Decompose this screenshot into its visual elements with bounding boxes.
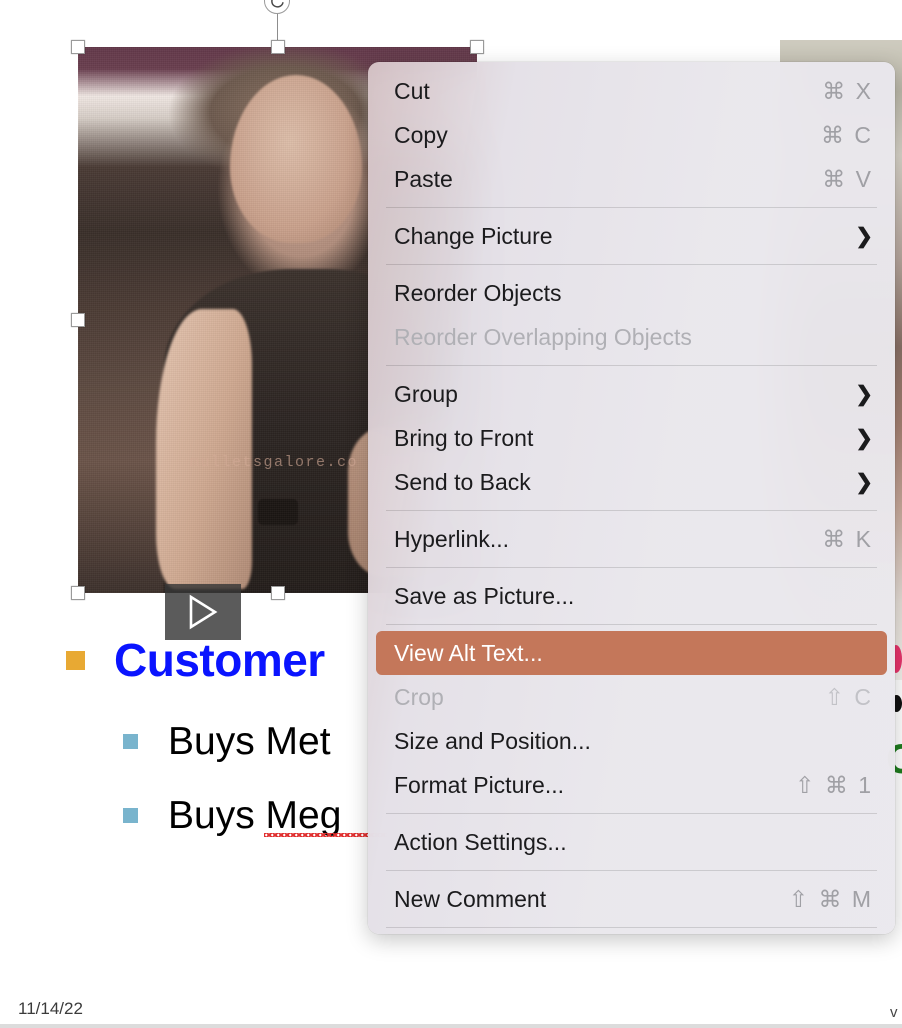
menu-item-label: Reorder Overlapping Objects bbox=[394, 323, 692, 350]
chevron-right-icon: ❯ bbox=[855, 382, 873, 406]
menu-item-shortcut: ⇧ ⌘ 1 bbox=[795, 771, 873, 798]
menu-separator bbox=[386, 510, 877, 511]
photo-arm-left-shape bbox=[156, 309, 252, 589]
menu-item-crop: Crop ⇧ C bbox=[376, 675, 887, 719]
menu-item-hyperlink[interactable]: Hyperlink... ⌘ K bbox=[376, 517, 887, 561]
slide-date: 11/14/22 bbox=[18, 999, 83, 1018]
photo-hair-shape bbox=[206, 55, 388, 330]
menu-item-shortcut: ⌘ K bbox=[822, 525, 873, 552]
menu-item-label: View Alt Text... bbox=[394, 639, 543, 666]
slide-bullet-text: Buys Met bbox=[168, 720, 331, 763]
menu-separator bbox=[386, 813, 877, 814]
menu-item-save-as-picture[interactable]: Save as Picture... bbox=[376, 574, 887, 618]
slide-bullet-level2-a[interactable]: Buys Met bbox=[123, 718, 331, 765]
menu-item-label: Paste bbox=[394, 165, 453, 192]
menu-item-bring-to-front[interactable]: Bring to Front ❯ bbox=[376, 416, 887, 460]
menu-item-change-picture[interactable]: Change Picture ❯ bbox=[376, 214, 887, 258]
slide-bullet-level2-b[interactable]: Buys Meg bbox=[123, 792, 388, 839]
menu-item-label: Cut bbox=[394, 77, 430, 104]
selection-handle-top-center[interactable] bbox=[271, 40, 285, 54]
menu-item-shortcut: ⌘ X bbox=[822, 77, 873, 104]
menu-item-paste[interactable]: Paste ⌘ V bbox=[376, 157, 887, 201]
selection-handle-bottom-left[interactable] bbox=[71, 586, 85, 600]
photo-watch-shape bbox=[258, 499, 298, 525]
menu-separator bbox=[386, 624, 877, 625]
status-bar bbox=[0, 1024, 902, 1028]
menu-item-shortcut: ⌘ C bbox=[821, 121, 873, 148]
menu-item-label: Change Picture bbox=[394, 222, 553, 249]
menu-item-label: Send to Back bbox=[394, 468, 531, 495]
menu-separator bbox=[386, 927, 877, 928]
rotate-handle-icon[interactable] bbox=[264, 0, 290, 14]
menu-separator bbox=[386, 264, 877, 265]
menu-separator bbox=[386, 567, 877, 568]
menu-item-label: Crop bbox=[394, 683, 444, 710]
menu-item-view-alt-text[interactable]: View Alt Text... bbox=[376, 631, 887, 675]
menu-separator bbox=[386, 365, 877, 366]
chevron-right-icon: ❯ bbox=[855, 426, 873, 450]
menu-item-label: New Comment bbox=[394, 885, 547, 912]
menu-item-format-picture[interactable]: Format Picture... ⇧ ⌘ 1 bbox=[376, 763, 887, 807]
menu-item-label: Reorder Objects bbox=[394, 279, 562, 306]
menu-item-shortcut: ⇧ ⌘ M bbox=[788, 885, 873, 912]
menu-item-label: Bring to Front bbox=[394, 424, 534, 451]
menu-separator bbox=[386, 870, 877, 871]
selection-handle-top-right[interactable] bbox=[470, 40, 484, 54]
menu-item-copy[interactable]: Copy ⌘ C bbox=[376, 113, 887, 157]
menu-item-size-and-position[interactable]: Size and Position... bbox=[376, 719, 887, 763]
chevron-right-icon: ❯ bbox=[855, 224, 873, 248]
selection-handle-top-left[interactable] bbox=[71, 40, 85, 54]
menu-item-reorder-objects[interactable]: Reorder Objects bbox=[376, 271, 887, 315]
slide-bullet-text: Customer bbox=[114, 634, 325, 686]
menu-item-label: Hyperlink... bbox=[394, 525, 510, 552]
menu-item-label: Group bbox=[394, 380, 458, 407]
menu-item-label: Copy bbox=[394, 121, 448, 148]
slide-edge-text: v bbox=[890, 1004, 898, 1021]
menu-item-label: Action Settings... bbox=[394, 828, 567, 855]
bullet-square-icon bbox=[123, 808, 138, 823]
selection-handle-middle-left[interactable] bbox=[71, 313, 85, 327]
menu-item-label: Format Picture... bbox=[394, 771, 564, 798]
selection-handle-bottom-center[interactable] bbox=[271, 586, 285, 600]
menu-item-shortcut: ⌘ V bbox=[822, 165, 873, 192]
menu-item-send-to-back[interactable]: Send to Back ❯ bbox=[376, 460, 887, 504]
context-menu[interactable]: Cut ⌘ X Copy ⌘ C Paste ⌘ V Change Picture ❯ Reor… bbox=[368, 62, 895, 934]
play-triangle-icon[interactable] bbox=[165, 584, 241, 640]
menu-item-reorder-overlapping-objects: Reorder Overlapping Objects bbox=[376, 315, 887, 359]
photo-head-shape bbox=[230, 75, 362, 243]
menu-item-shortcut: ⇧ C bbox=[824, 683, 873, 710]
menu-item-new-comment[interactable]: New Comment ⇧ ⌘ M bbox=[376, 877, 887, 921]
menu-item-cut[interactable]: Cut ⌘ X bbox=[376, 69, 887, 113]
menu-separator bbox=[386, 207, 877, 208]
chevron-right-icon: ❯ bbox=[855, 470, 873, 494]
menu-item-label: Save as Picture... bbox=[394, 582, 575, 609]
menu-item-group[interactable]: Group ❯ bbox=[376, 372, 887, 416]
bullet-square-icon bbox=[123, 734, 138, 749]
picture-watermark: mulletsgalore.co bbox=[190, 454, 359, 471]
menu-item-label: Size and Position... bbox=[394, 727, 591, 754]
slide-bullet-level1[interactable]: Customer bbox=[66, 633, 325, 687]
bullet-square-icon bbox=[66, 650, 85, 670]
menu-item-action-settings[interactable]: Action Settings... bbox=[376, 820, 887, 864]
slide-bullet-text: Buys Meg bbox=[168, 792, 388, 839]
